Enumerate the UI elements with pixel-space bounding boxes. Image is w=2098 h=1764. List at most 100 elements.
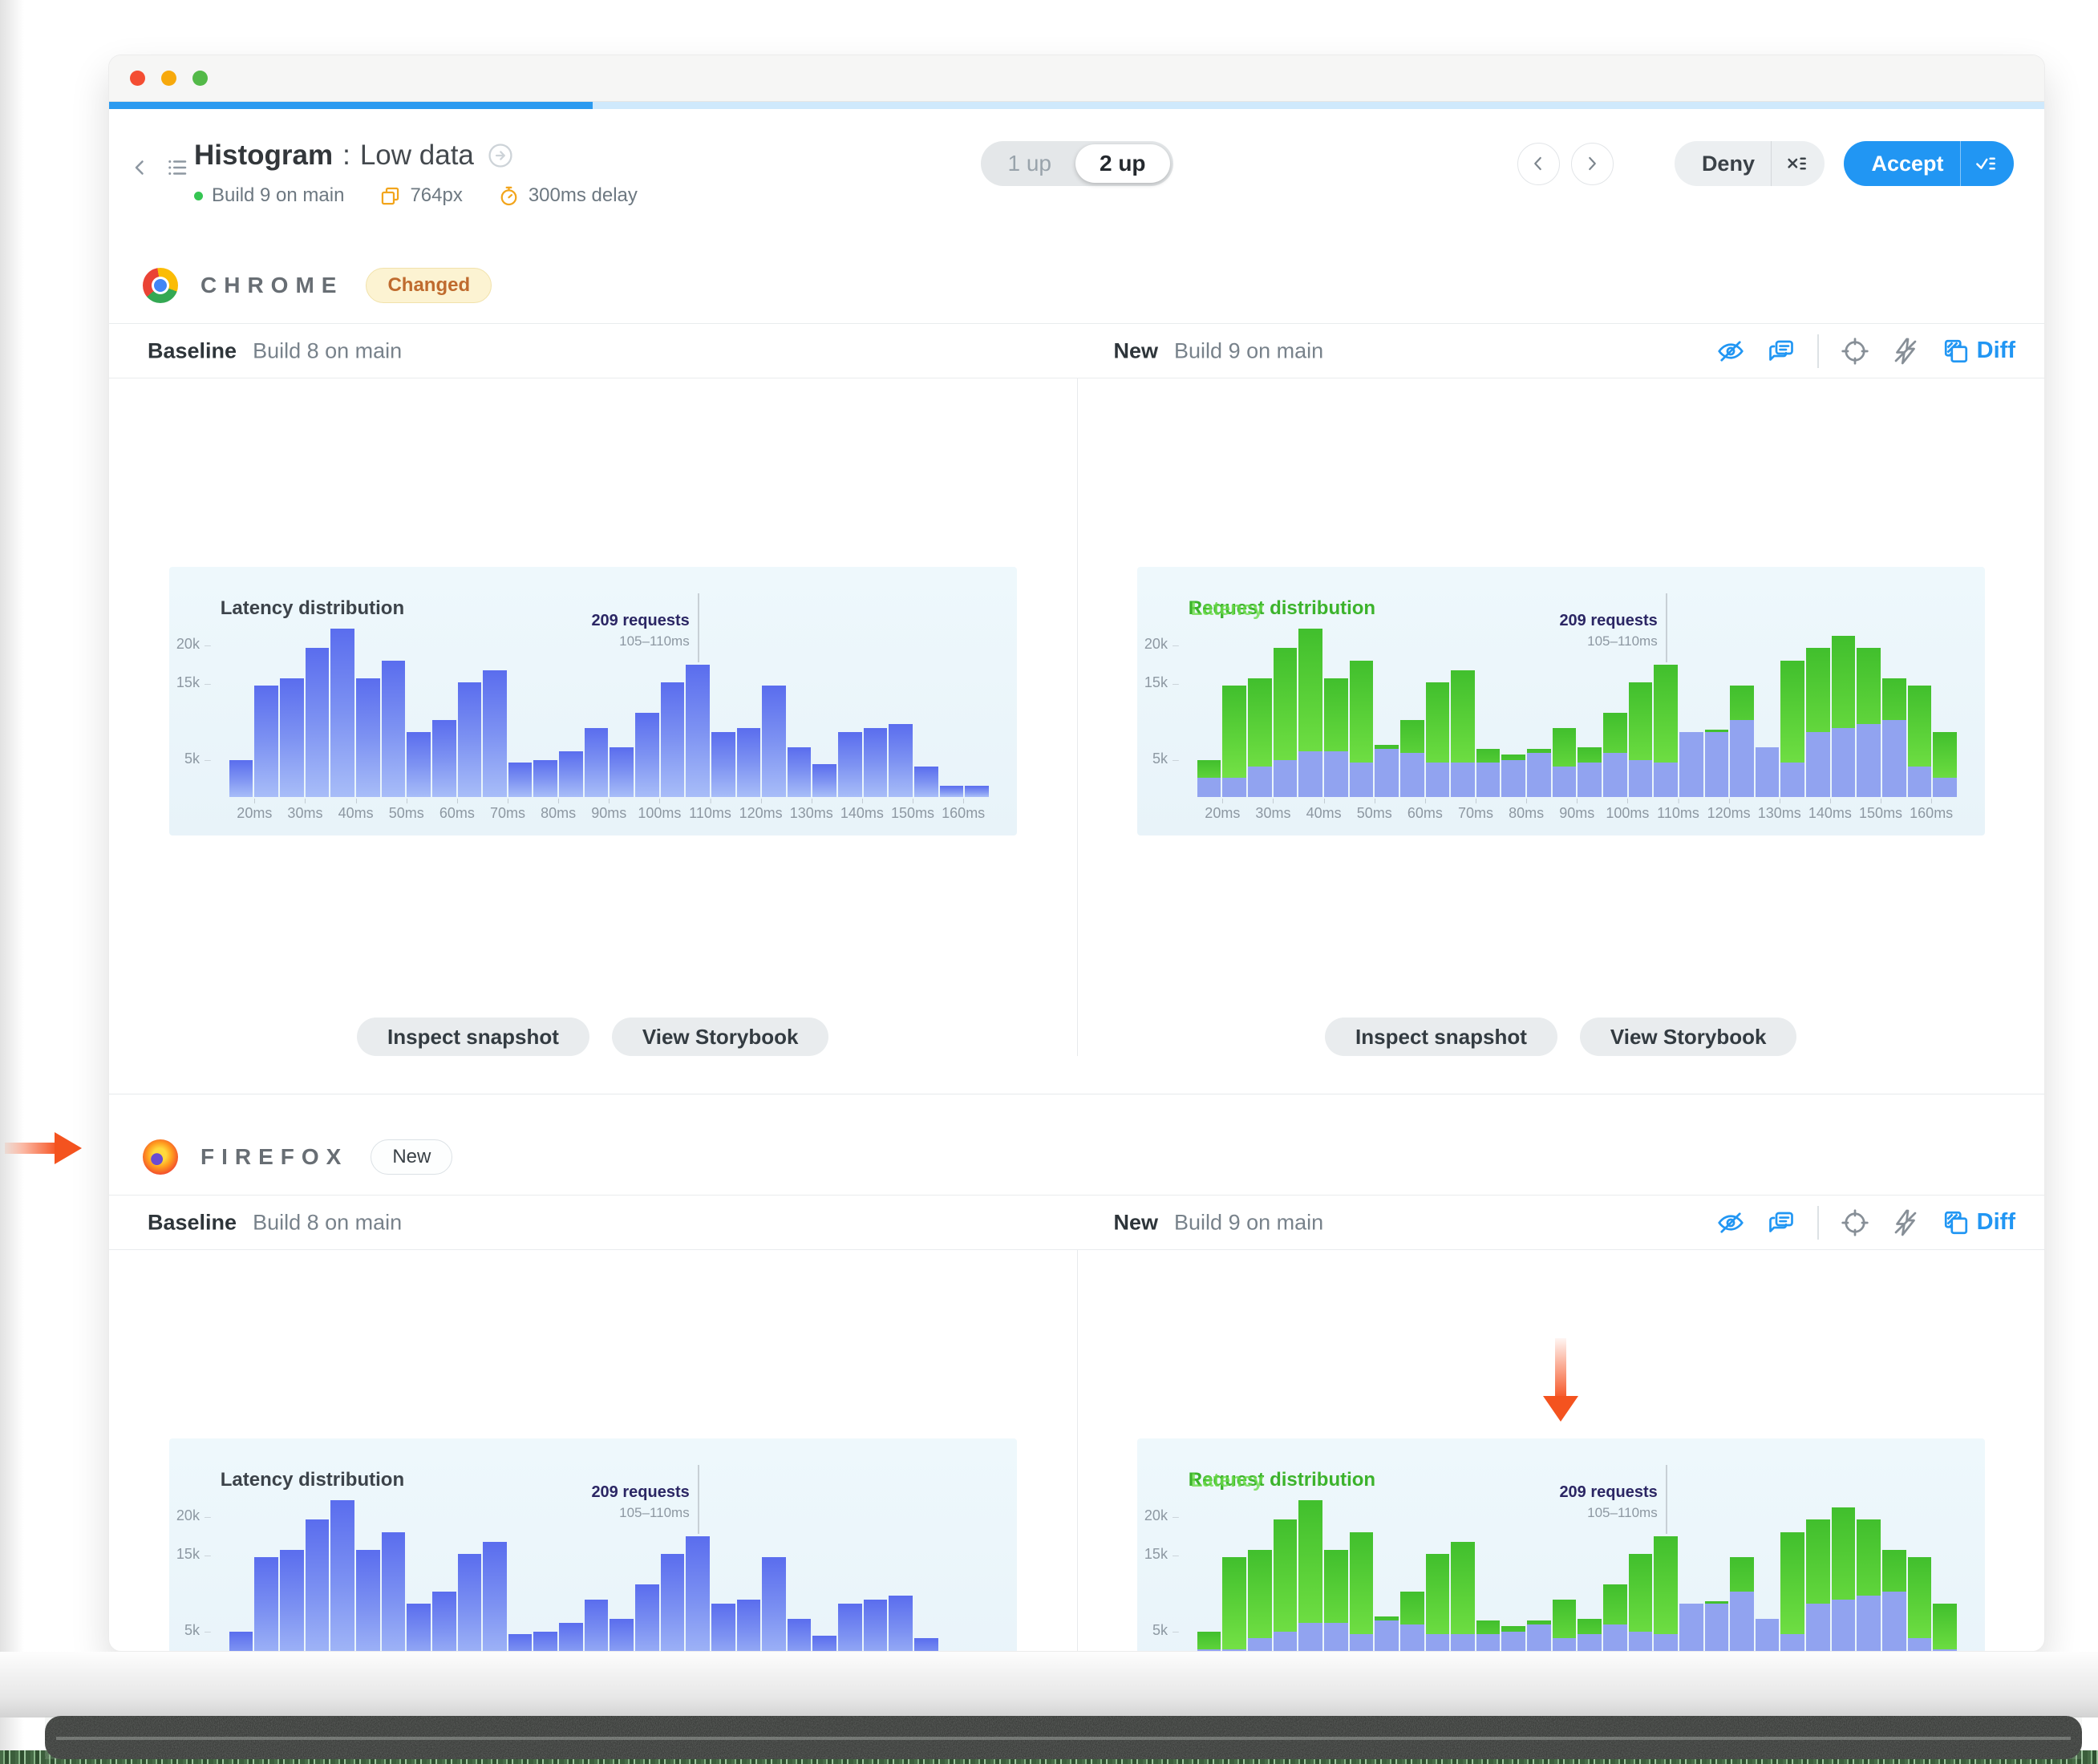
inspect-snapshot-button[interactable]: Inspect snapshot <box>1325 1018 1557 1056</box>
histogram-bar <box>1197 1632 1221 1651</box>
chevron-left-icon <box>1534 156 1542 171</box>
browser-row: CHROME Changed <box>109 267 2044 304</box>
y-axis-labels: 5k15k20k <box>1137 1438 1187 1651</box>
deny-menu-icon[interactable] <box>1772 152 1825 176</box>
inspect-snapshot-button[interactable]: Inspect snapshot <box>357 1018 589 1056</box>
toolbar-divider <box>1817 334 1819 368</box>
crosshair-icon <box>1841 337 1869 365</box>
histogram-bar <box>330 628 354 797</box>
back-button[interactable] <box>128 156 152 180</box>
baseline-label: Baseline <box>148 1210 237 1234</box>
status-dot-icon <box>194 191 203 200</box>
progress-bar <box>109 102 2044 109</box>
laptop-base <box>45 1716 2082 1759</box>
histogram-bar <box>1451 670 1475 797</box>
arrow-tail <box>5 1143 55 1154</box>
chrome-baseline-pane: Latency distribution5k15k20k 209 requests… <box>109 378 1077 1056</box>
zoom-button[interactable] <box>192 71 208 86</box>
disable-animations-button[interactable] <box>1891 337 1920 366</box>
histogram-bar <box>889 724 913 797</box>
histogram-bar <box>1323 1549 1348 1651</box>
histogram-bar <box>1501 755 1526 797</box>
layout-toggle: 1 up 2 up <box>980 141 1173 186</box>
histogram-bar <box>1628 682 1653 797</box>
histogram-bar <box>1197 760 1221 797</box>
firefox-new-pane: RequestLatency distribution5k15k20k 209 r… <box>1076 1250 2045 1651</box>
view-storybook-button[interactable]: View Storybook <box>611 1018 829 1056</box>
histogram-bar <box>1831 636 1856 797</box>
histogram-bar <box>305 647 330 797</box>
histogram-bar <box>787 746 812 797</box>
close-button[interactable] <box>130 71 145 86</box>
histogram-bar <box>1806 647 1830 797</box>
comments-button[interactable] <box>1767 337 1796 366</box>
histogram-bar <box>1755 1618 1780 1651</box>
next-snapshot-button[interactable] <box>1570 142 1614 185</box>
accept-button[interactable]: Accept <box>1844 141 2014 186</box>
histogram-bar <box>1578 746 1602 797</box>
diff-toggle-button[interactable]: Diff <box>1942 337 2015 366</box>
view-storybook-button[interactable]: View Storybook <box>1579 1018 1797 1056</box>
histogram-bar <box>457 682 482 797</box>
toggle-2up[interactable]: 2 up <box>1075 144 1170 183</box>
histogram-bar <box>1704 729 1729 797</box>
arrow-right-circle-icon[interactable] <box>487 142 514 169</box>
annotation-line <box>697 1465 699 1534</box>
comment-icon <box>1769 340 1794 361</box>
histogram-bar <box>762 1557 786 1651</box>
story-list-button[interactable] <box>165 156 189 180</box>
accept-menu-icon[interactable] <box>1961 152 2014 176</box>
histogram-bar <box>254 686 279 797</box>
histogram-bar <box>812 763 837 797</box>
histogram-bar <box>863 728 888 797</box>
hide-diff-button[interactable] <box>1716 337 1745 366</box>
arrow-head <box>1543 1396 1579 1422</box>
histogram-bar <box>254 1557 279 1651</box>
compare-header: Baseline Build 8 on main New Build 9 on … <box>109 1195 2044 1250</box>
histogram-bar <box>838 731 862 797</box>
eye-off-icon <box>1718 1212 1744 1233</box>
browser-name: CHROME <box>200 273 344 297</box>
chart-title: Latency distribution <box>220 1469 405 1491</box>
histogram-bar <box>838 1603 862 1651</box>
story-name: Low data <box>359 140 474 171</box>
histogram-bar <box>1349 1531 1374 1651</box>
histogram-bar <box>431 720 456 797</box>
hide-diff-button[interactable] <box>1716 1208 1745 1237</box>
diff-toggle-button[interactable]: Diff <box>1942 1208 2015 1237</box>
comments-button[interactable] <box>1767 1208 1796 1237</box>
histogram-bar <box>1780 660 1805 797</box>
annotation-line <box>697 593 699 662</box>
disable-animations-button[interactable] <box>1891 1208 1920 1237</box>
deny-button[interactable]: Deny <box>1674 141 1825 186</box>
focus-button[interactable] <box>1841 1208 1869 1237</box>
prev-snapshot-button[interactable] <box>1517 142 1560 185</box>
histogram-bar <box>559 1622 583 1651</box>
histogram-bar <box>1399 720 1424 797</box>
histogram-bar <box>1933 1603 1957 1651</box>
histogram-bar <box>1527 1620 1551 1651</box>
histogram-bar <box>1273 647 1298 797</box>
histogram-bar <box>635 712 659 797</box>
browser-row: FIREFOX New <box>109 1139 2044 1175</box>
histogram-bar <box>1375 745 1399 797</box>
baseline-label: Baseline <box>148 338 237 362</box>
histogram-plot: 209 requests 105–110ms <box>1197 593 1957 797</box>
histogram-bar <box>508 1634 533 1651</box>
status-badge-changed: Changed <box>366 268 492 303</box>
histogram-bar <box>381 660 406 797</box>
minimize-button[interactable] <box>161 71 176 86</box>
histogram-bar <box>559 751 583 797</box>
histogram-bar <box>1578 1618 1602 1651</box>
x-axis-labels: 20ms 30ms 40ms 50ms 60ms 70ms 80ms 90ms 100ms 110… <box>237 799 986 821</box>
x-axis-labels: 20ms 30ms 40ms 50ms 60ms 70ms 80ms 90ms 100ms 110… <box>1205 799 1954 821</box>
histogram-bar <box>914 766 938 797</box>
delay-label: 300ms delay <box>528 184 638 206</box>
annotation-line <box>1665 593 1667 662</box>
diff-icon <box>1944 1211 1967 1234</box>
build-label: Build 9 on main <box>212 184 345 206</box>
toggle-1up[interactable]: 1 up <box>983 144 1075 183</box>
annotation-label: 209 requests 105–110ms <box>1559 612 1658 649</box>
focus-button[interactable] <box>1841 337 1869 366</box>
firefox-icon <box>143 1139 178 1175</box>
